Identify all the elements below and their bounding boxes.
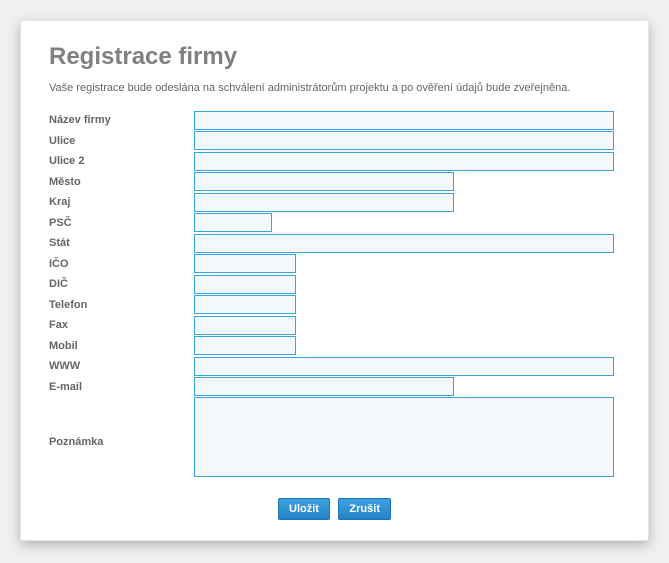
- label-ico: IČO: [49, 254, 194, 270]
- label-nazev-firmy: Název firmy: [49, 110, 194, 126]
- input-ico[interactable]: [194, 254, 296, 273]
- row-psc: PSČ: [49, 213, 620, 233]
- input-nazev-firmy[interactable]: [194, 111, 614, 130]
- input-email[interactable]: [194, 377, 454, 396]
- row-ulice: Ulice: [49, 131, 620, 151]
- label-dic: DIČ: [49, 274, 194, 290]
- cancel-button[interactable]: Zrušit: [338, 498, 391, 520]
- row-ulice2: Ulice 2: [49, 151, 620, 171]
- row-kraj: Kraj: [49, 192, 620, 212]
- label-ulice: Ulice: [49, 131, 194, 147]
- label-fax: Fax: [49, 315, 194, 331]
- input-ulice[interactable]: [194, 131, 614, 150]
- row-stat: Stát: [49, 233, 620, 253]
- label-mobil: Mobil: [49, 336, 194, 352]
- page-intro: Vaše registrace bude odeslána na schvále…: [49, 81, 620, 96]
- input-psc[interactable]: [194, 213, 272, 232]
- input-mobil[interactable]: [194, 336, 296, 355]
- label-telefon: Telefon: [49, 295, 194, 311]
- input-www[interactable]: [194, 357, 614, 376]
- label-mesto: Město: [49, 172, 194, 188]
- input-telefon[interactable]: [194, 295, 296, 314]
- input-mesto[interactable]: [194, 172, 454, 191]
- save-button[interactable]: Uložit: [278, 498, 330, 520]
- button-row: Uložit Zrušit: [49, 498, 620, 520]
- label-stat: Stát: [49, 233, 194, 249]
- label-ulice2: Ulice 2: [49, 151, 194, 167]
- row-nazev-firmy: Název firmy: [49, 110, 620, 130]
- label-kraj: Kraj: [49, 192, 194, 208]
- input-fax[interactable]: [194, 316, 296, 335]
- input-poznamka[interactable]: [194, 397, 614, 477]
- label-psc: PSČ: [49, 213, 194, 229]
- row-poznamka: Poznámka: [49, 397, 620, 482]
- input-stat[interactable]: [194, 234, 614, 253]
- row-dic: DIČ: [49, 274, 620, 294]
- registration-card: Registrace firmy Vaše registrace bude od…: [20, 20, 649, 541]
- input-dic[interactable]: [194, 275, 296, 294]
- row-email: E-mail: [49, 377, 620, 397]
- row-mobil: Mobil: [49, 336, 620, 356]
- input-ulice2[interactable]: [194, 152, 614, 171]
- row-telefon: Telefon: [49, 295, 620, 315]
- page-title: Registrace firmy: [49, 43, 620, 71]
- row-fax: Fax: [49, 315, 620, 335]
- label-www: WWW: [49, 356, 194, 372]
- row-ico: IČO: [49, 254, 620, 274]
- label-poznamka: Poznámka: [49, 432, 194, 448]
- input-kraj[interactable]: [194, 193, 454, 212]
- row-mesto: Město: [49, 172, 620, 192]
- label-email: E-mail: [49, 377, 194, 393]
- row-www: WWW: [49, 356, 620, 376]
